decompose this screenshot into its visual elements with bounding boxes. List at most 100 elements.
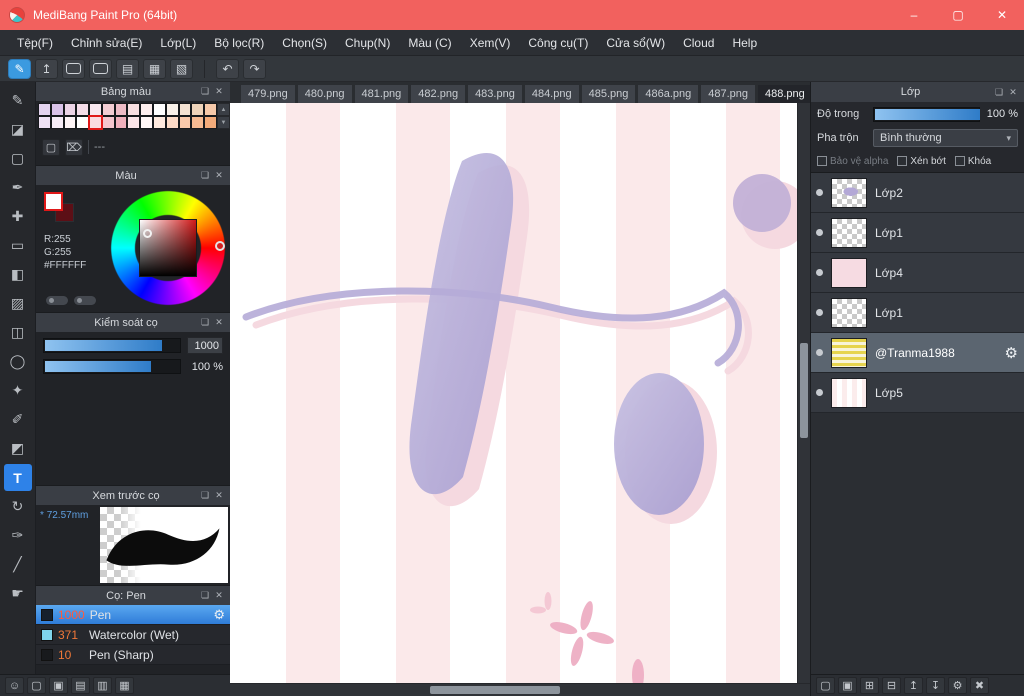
toolbar-button-comment[interactable]: [62, 58, 85, 79]
layer-button-move-down[interactable]: ↧: [926, 677, 945, 694]
palette-swatch[interactable]: [76, 103, 90, 116]
popout-icon[interactable]: ❏: [198, 590, 212, 601]
document-tab[interactable]: 488.png: [757, 84, 813, 103]
sv-indicator[interactable]: [143, 229, 152, 238]
menu-item[interactable]: Tệp(F): [8, 30, 62, 56]
tool-button-eraser[interactable]: ◪: [4, 116, 32, 143]
close-icon[interactable]: ✕: [212, 170, 226, 181]
popout-icon[interactable]: ❏: [198, 86, 212, 97]
palette-swatch[interactable]: [165, 103, 179, 116]
pager-pill[interactable]: [46, 296, 68, 305]
toolbar-button-message[interactable]: [89, 58, 112, 79]
hue-indicator[interactable]: [215, 241, 225, 251]
horizontal-scroll-thumb[interactable]: [430, 686, 560, 694]
layer-row[interactable]: Lớp4: [811, 253, 1024, 293]
brush-size-value[interactable]: 1000: [187, 337, 223, 354]
menu-item[interactable]: Chụp(N): [336, 30, 399, 56]
brush-opacity-slider[interactable]: [43, 359, 181, 374]
palette-swatch[interactable]: [127, 103, 141, 116]
bottom-button-new-canvas[interactable]: ▢: [27, 677, 46, 694]
blend-mode-select[interactable]: Bình thường ▾: [873, 129, 1018, 147]
palette-scroll-down[interactable]: ▼: [217, 116, 230, 129]
bottom-button-grid[interactable]: ▦: [115, 677, 134, 694]
palette-swatch[interactable]: [140, 116, 154, 129]
tool-button-magic-wand[interactable]: ✦: [4, 377, 32, 404]
layer-option-checkbox[interactable]: Xén bớt: [897, 156, 946, 167]
palette-swatch[interactable]: [38, 103, 51, 116]
menu-item[interactable]: Xem(V): [461, 30, 520, 56]
undo-button[interactable]: ↶: [216, 58, 239, 79]
layer-visibility-icon[interactable]: [816, 189, 823, 196]
close-icon[interactable]: ✕: [212, 86, 226, 97]
layer-row[interactable]: Lớp1: [811, 293, 1024, 333]
palette-swatch[interactable]: [140, 103, 154, 116]
tool-button-bucket[interactable]: ◧: [4, 261, 32, 288]
document-tab[interactable]: 481.png: [353, 84, 410, 103]
document-tab[interactable]: 479.png: [240, 84, 296, 103]
bottom-button-pages[interactable]: ▤: [71, 677, 90, 694]
document-tab[interactable]: 487.png: [700, 84, 757, 103]
layer-row[interactable]: @Tranma1988 ⚙: [811, 333, 1024, 373]
brush-list-item[interactable]: 371 Watercolor (Wet): [36, 625, 230, 645]
layer-button-move-up[interactable]: ↥: [904, 677, 923, 694]
palette-swatch[interactable]: [153, 103, 166, 116]
palette-swatch[interactable]: [153, 116, 166, 129]
drawing-canvas[interactable]: [230, 103, 797, 683]
palette-swatch[interactable]: [114, 103, 128, 116]
palette-swatch[interactable]: [101, 116, 115, 129]
layer-settings-gear-icon[interactable]: ⚙: [1005, 344, 1018, 362]
layer-row[interactable]: Lớp1: [811, 213, 1024, 253]
palette-swatch[interactable]: [204, 116, 217, 129]
document-tab[interactable]: 485.png: [580, 84, 637, 103]
new-color-button[interactable]: ▢: [42, 138, 60, 156]
redo-button[interactable]: ↷: [243, 58, 266, 79]
palette-swatch[interactable]: [127, 116, 141, 129]
palette-scroll-up[interactable]: ▲: [217, 103, 230, 116]
close-icon[interactable]: ✕: [212, 490, 226, 501]
checkbox-icon[interactable]: [817, 156, 827, 166]
close-icon[interactable]: ✕: [1006, 87, 1020, 98]
popout-icon[interactable]: ❏: [198, 317, 212, 328]
layer-visibility-icon[interactable]: [816, 269, 823, 276]
palette-swatch[interactable]: [89, 103, 102, 116]
close-icon[interactable]: ✕: [212, 590, 226, 601]
layer-visibility-icon[interactable]: [816, 389, 823, 396]
vertical-scrollbar[interactable]: [797, 103, 810, 683]
menu-item[interactable]: Chọn(S): [273, 30, 336, 56]
brush-settings-gear-icon[interactable]: ⚙: [213, 607, 225, 623]
maximize-button[interactable]: ▢: [936, 0, 980, 30]
document-tab[interactable]: 484.png: [523, 84, 580, 103]
foreground-background-swatches[interactable]: [44, 192, 78, 226]
tool-button-move[interactable]: ✚: [4, 203, 32, 230]
bottom-button-account[interactable]: ☺: [5, 677, 24, 694]
document-tab[interactable]: 486a.png: [637, 84, 700, 103]
brush-size-slider[interactable]: [43, 338, 181, 353]
layer-button-new-layer[interactable]: ▢: [816, 677, 835, 694]
tool-button-rotate[interactable]: ↻: [4, 493, 32, 520]
palette-swatch[interactable]: [165, 116, 179, 129]
palette-swatch[interactable]: [191, 116, 205, 129]
foreground-color-swatch[interactable]: [44, 192, 63, 211]
tool-button-control-pen[interactable]: ✒: [4, 174, 32, 201]
menu-item[interactable]: Màu (C): [399, 30, 460, 56]
bottom-button-folder[interactable]: ▥: [93, 677, 112, 694]
palette-swatch[interactable]: [63, 116, 77, 129]
checkbox-icon[interactable]: [897, 156, 908, 166]
delete-color-button[interactable]: ⌦: [65, 138, 83, 156]
palette-swatch[interactable]: [114, 116, 128, 129]
document-tab[interactable]: 483.png: [467, 84, 523, 103]
brush-list-item[interactable]: 1000 Pen ⚙: [36, 605, 230, 625]
toolbar-button-document[interactable]: ▤: [116, 58, 139, 79]
tool-button-operation[interactable]: ✑: [4, 522, 32, 549]
toolbar-button-cloud-save[interactable]: ✎: [8, 58, 31, 79]
tool-button-divide[interactable]: ╱: [4, 551, 32, 578]
menu-item[interactable]: Cloud: [674, 30, 723, 56]
palette-swatch[interactable]: [76, 116, 90, 129]
palette-swatch[interactable]: [178, 103, 192, 116]
palette-swatch[interactable]: [88, 115, 103, 130]
palette-swatch[interactable]: [38, 116, 51, 129]
layer-visibility-icon[interactable]: [816, 309, 823, 316]
toolbar-button-material[interactable]: ▧: [170, 58, 193, 79]
document-tab[interactable]: 482.png: [410, 84, 467, 103]
toolbar-button-upload[interactable]: ↥: [35, 58, 58, 79]
